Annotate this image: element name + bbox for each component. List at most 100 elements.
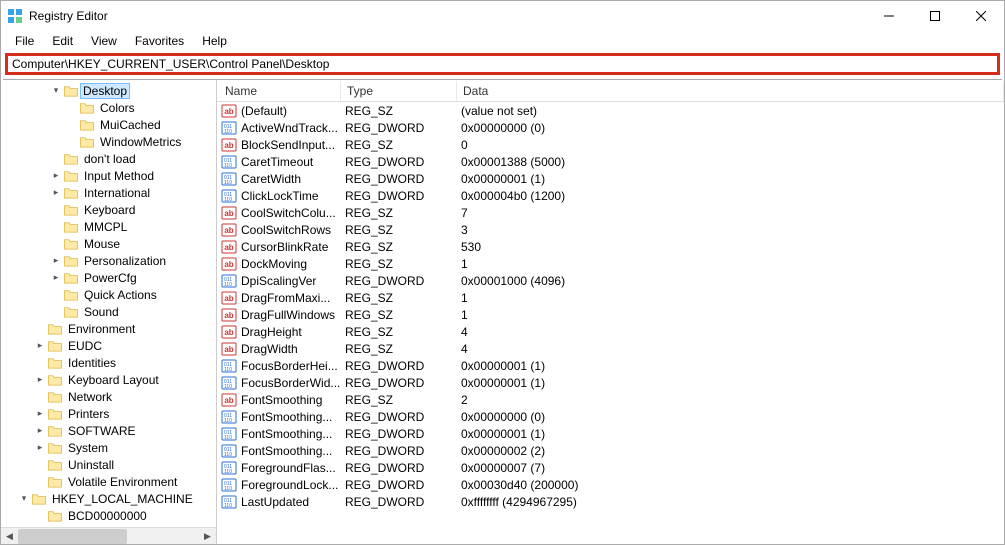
binary-value-icon xyxy=(221,460,237,476)
tree-item[interactable]: ▸EUDC xyxy=(1,337,216,354)
minimize-button[interactable] xyxy=(866,1,912,31)
tree-item[interactable]: WindowMetrics xyxy=(1,133,216,150)
value-row[interactable]: DragHeightREG_SZ4 xyxy=(217,323,1004,340)
column-header-type[interactable]: Type xyxy=(341,81,457,101)
tree-item[interactable]: Quick Actions xyxy=(1,286,216,303)
chevron-right-icon[interactable]: ▸ xyxy=(49,255,63,266)
tree-item[interactable]: BCD00000000 xyxy=(1,507,216,524)
value-row[interactable]: DragWidthREG_SZ4 xyxy=(217,340,1004,357)
scroll-track[interactable] xyxy=(18,528,199,545)
tree-item[interactable]: Sound xyxy=(1,303,216,320)
tree-item[interactable]: Mouse xyxy=(1,235,216,252)
menu-file-label: File xyxy=(15,34,34,48)
tree-item[interactable]: don't load xyxy=(1,150,216,167)
value-row[interactable]: DragFromMaxi...REG_SZ1 xyxy=(217,289,1004,306)
tree-item[interactable]: Identities xyxy=(1,354,216,371)
chevron-right-icon[interactable]: ▸ xyxy=(33,374,47,385)
tree-item[interactable]: ▾Desktop xyxy=(1,82,216,99)
scroll-right-arrow-icon[interactable]: ▶ xyxy=(199,528,216,545)
value-row[interactable]: CursorBlinkRateREG_SZ530 xyxy=(217,238,1004,255)
value-row[interactable]: ClickLockTimeREG_DWORD0x000004b0 (1200) xyxy=(217,187,1004,204)
folder-icon xyxy=(79,101,95,114)
value-type: REG_DWORD xyxy=(345,495,461,509)
value-row[interactable]: FontSmoothing...REG_DWORD0x00000000 (0) xyxy=(217,408,1004,425)
tree-item[interactable]: MMCPL xyxy=(1,218,216,235)
tree-item[interactable]: ▸PowerCfg xyxy=(1,269,216,286)
chevron-down-icon[interactable]: ▾ xyxy=(49,85,63,96)
menu-file[interactable]: File xyxy=(7,33,42,49)
tree-item[interactable]: Keyboard xyxy=(1,201,216,218)
chevron-right-icon[interactable]: ▸ xyxy=(49,272,63,283)
address-bar-text: Computer\HKEY_CURRENT_USER\Control Panel… xyxy=(12,57,329,71)
tree-item[interactable]: ▸Keyboard Layout xyxy=(1,371,216,388)
menu-favorites[interactable]: Favorites xyxy=(127,33,192,49)
chevron-right-icon[interactable]: ▸ xyxy=(33,408,47,419)
registry-tree[interactable]: ▾DesktopColorsMuiCachedWindowMetricsdon'… xyxy=(1,80,217,544)
tree-item[interactable]: Environment xyxy=(1,320,216,337)
value-row[interactable]: DragFullWindowsREG_SZ1 xyxy=(217,306,1004,323)
value-data: 0x00000001 (1) xyxy=(461,427,1004,441)
value-row[interactable]: CaretWidthREG_DWORD0x00000001 (1) xyxy=(217,170,1004,187)
menu-help[interactable]: Help xyxy=(194,33,235,49)
chevron-right-icon[interactable]: ▸ xyxy=(33,425,47,436)
tree-item[interactable]: Uninstall xyxy=(1,456,216,473)
scroll-thumb[interactable] xyxy=(18,529,127,544)
scroll-left-arrow-icon[interactable]: ◀ xyxy=(1,528,18,545)
chevron-right-icon[interactable]: ▸ xyxy=(33,340,47,351)
value-row[interactable]: BlockSendInput...REG_SZ0 xyxy=(217,136,1004,153)
value-row[interactable]: LastUpdatedREG_DWORD0xffffffff (42949672… xyxy=(217,493,1004,510)
tree-item[interactable]: Volatile Environment xyxy=(1,473,216,490)
value-name: FontSmoothing... xyxy=(241,444,345,458)
close-button[interactable] xyxy=(958,1,1004,31)
value-name: DpiScalingVer xyxy=(241,274,345,288)
value-row[interactable]: FocusBorderWid...REG_DWORD0x00000001 (1) xyxy=(217,374,1004,391)
menu-edit[interactable]: Edit xyxy=(44,33,81,49)
value-row[interactable]: CoolSwitchColu...REG_SZ7 xyxy=(217,204,1004,221)
value-row[interactable]: DockMovingREG_SZ1 xyxy=(217,255,1004,272)
maximize-button[interactable] xyxy=(912,1,958,31)
tree-item[interactable]: Network xyxy=(1,388,216,405)
value-row[interactable]: CaretTimeoutREG_DWORD0x00001388 (5000) xyxy=(217,153,1004,170)
value-data: 1 xyxy=(461,291,1004,305)
value-data: 0x00001000 (4096) xyxy=(461,274,1004,288)
value-row[interactable]: (Default)REG_SZ(value not set) xyxy=(217,102,1004,119)
binary-value-icon xyxy=(221,409,237,425)
menu-view[interactable]: View xyxy=(83,33,125,49)
value-row[interactable]: FontSmoothing...REG_DWORD0x00000001 (1) xyxy=(217,425,1004,442)
menubar: File Edit View Favorites Help xyxy=(1,31,1004,51)
tree-item[interactable]: ▸Input Method xyxy=(1,167,216,184)
address-bar[interactable]: Computer\HKEY_CURRENT_USER\Control Panel… xyxy=(5,53,1000,75)
value-row[interactable]: DpiScalingVerREG_DWORD0x00001000 (4096) xyxy=(217,272,1004,289)
chevron-right-icon[interactable]: ▸ xyxy=(49,170,63,181)
value-row[interactable]: ForegroundLock...REG_DWORD0x00030d40 (20… xyxy=(217,476,1004,493)
value-type: REG_DWORD xyxy=(345,274,461,288)
tree-horizontal-scrollbar[interactable]: ◀ ▶ xyxy=(1,527,216,544)
binary-value-icon xyxy=(221,358,237,374)
tree-item[interactable]: ▸Printers xyxy=(1,405,216,422)
value-row[interactable]: ForegroundFlas...REG_DWORD0x00000007 (7) xyxy=(217,459,1004,476)
tree-item[interactable]: ▸SOFTWARE xyxy=(1,422,216,439)
tree-item[interactable]: Colors xyxy=(1,99,216,116)
folder-icon xyxy=(47,441,63,454)
column-header-name[interactable]: Name xyxy=(217,81,341,101)
chevron-right-icon[interactable]: ▸ xyxy=(49,187,63,198)
chevron-down-icon[interactable]: ▾ xyxy=(17,493,31,504)
value-data: 0x00030d40 (200000) xyxy=(461,478,1004,492)
value-row[interactable]: FontSmoothingREG_SZ2 xyxy=(217,391,1004,408)
tree-item[interactable]: ▾HKEY_LOCAL_MACHINE xyxy=(1,490,216,507)
value-row[interactable]: FocusBorderHei...REG_DWORD0x00000001 (1) xyxy=(217,357,1004,374)
tree-item[interactable]: ▸Personalization xyxy=(1,252,216,269)
value-row[interactable]: ActiveWndTrack...REG_DWORD0x00000000 (0) xyxy=(217,119,1004,136)
value-data: 1 xyxy=(461,257,1004,271)
value-row[interactable]: FontSmoothing...REG_DWORD0x00000002 (2) xyxy=(217,442,1004,459)
value-row[interactable]: CoolSwitchRowsREG_SZ3 xyxy=(217,221,1004,238)
tree-item[interactable]: ▸System xyxy=(1,439,216,456)
value-name: DragHeight xyxy=(241,325,345,339)
tree-item[interactable]: MuiCached xyxy=(1,116,216,133)
tree-item[interactable]: ▸International xyxy=(1,184,216,201)
chevron-right-icon[interactable]: ▸ xyxy=(33,442,47,453)
titlebar[interactable]: Registry Editor xyxy=(1,1,1004,31)
column-header-data[interactable]: Data xyxy=(457,81,1004,101)
value-name: FocusBorderHei... xyxy=(241,359,345,373)
value-type: REG_SZ xyxy=(345,138,461,152)
